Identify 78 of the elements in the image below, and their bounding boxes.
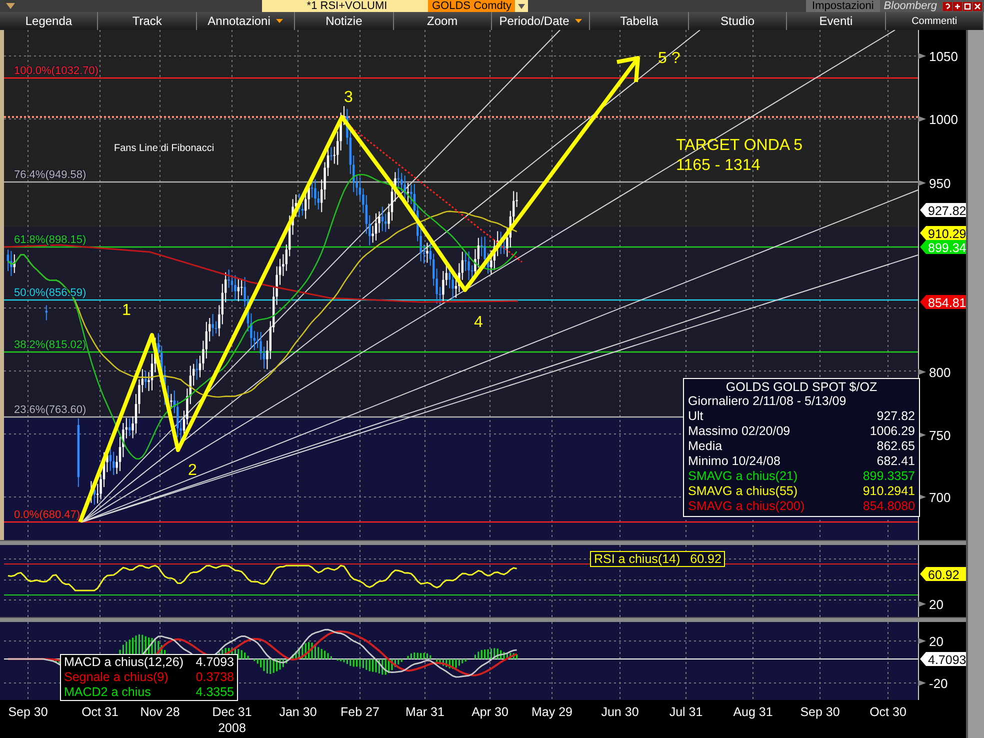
legend-value: 4.7093 — [196, 655, 234, 670]
security-field[interactable]: GOLDS Comdty — [428, 0, 516, 12]
legend-label: MACD a chius(12,26) — [64, 655, 184, 670]
legend-label: Minimo 10/24/08 — [688, 454, 780, 469]
toolbar-button[interactable]: Annotazioni — [196, 12, 296, 30]
wave-label: 2 — [188, 462, 197, 479]
toolbar-button[interactable]: Track — [98, 12, 197, 30]
legend-label: Ult — [688, 409, 704, 424]
axis-label: Jul 31 — [669, 705, 703, 719]
axis-label: 1000 — [918, 112, 958, 127]
legend-value: 927.82 — [876, 409, 915, 424]
legend-value: 854.8080 — [862, 499, 915, 514]
legend-value: 910.2941 — [862, 484, 915, 499]
fibonacci-level-label: 61.8%(898.15) — [14, 234, 86, 246]
chart-note: Fans Line di Fibonacci — [114, 143, 214, 154]
legend-period: Giornaliero 2/11/08 - 5/13/09 — [688, 394, 848, 409]
axis-label: Sep 30 — [800, 705, 840, 719]
axis-label: 950 — [918, 176, 951, 191]
fibonacci-level-label: 100.0%(1032.70) — [14, 65, 98, 77]
legend-label: RSI a chius(14) — [594, 552, 680, 566]
fibonacci-level-label: 23.6%(763.60) — [14, 404, 86, 416]
toolbar-button[interactable]: Legenda — [0, 12, 98, 30]
legend-label: SMAVG a chius(21) — [688, 469, 798, 484]
legend-value: 862.65 — [876, 439, 915, 454]
legend-value: 1006.29 — [870, 424, 915, 439]
axis-label: Oct 30 — [870, 705, 906, 719]
legend-label: MACD2 a chius — [64, 685, 151, 700]
target-note: 1165 - 1314 — [676, 157, 760, 174]
legend-value: 0.3738 — [196, 670, 234, 685]
legend-value: 899.3357 — [862, 469, 915, 484]
price-tag: 910.29 — [920, 226, 966, 241]
fibonacci-level-label: 38.2%(815.02) — [14, 339, 86, 351]
legend-label: Segnale a chius(9) — [64, 670, 168, 685]
settings-tab[interactable]: Impostazioni — [806, 0, 880, 12]
legend-title: GOLDS GOLD SPOT $/OZ — [724, 380, 878, 394]
price-tag: 899.34 — [920, 240, 966, 255]
axis-label: Jun 30 — [601, 705, 639, 719]
legend-label: Massimo 02/20/09 — [688, 424, 790, 439]
toolbar-button[interactable]: Tabella — [590, 12, 689, 30]
chart-title: *1 RSI+VOLUMI — [262, 0, 428, 12]
legend-value: 60.92 — [690, 552, 722, 566]
legend-value: 682.41 — [876, 454, 915, 469]
legend-label: SMAVG a chius(200) — [688, 499, 804, 514]
axis-label: -20 — [918, 676, 948, 691]
axis-label: 2008 — [218, 721, 246, 735]
axis-label: Apr 30 — [472, 705, 508, 719]
legend-value: 4.3355 — [196, 685, 234, 700]
axis-label: 800 — [918, 365, 951, 380]
axis-label: Dec 31 — [212, 705, 252, 719]
toolbar-button[interactable]: Periodo/Date — [492, 12, 590, 30]
legend-label: SMAVG a chius(55) — [688, 484, 798, 499]
axis-label: Feb 27 — [340, 705, 380, 719]
wave-label: 3 — [344, 89, 353, 106]
toolbar-button[interactable]: Eventi — [787, 12, 886, 30]
toolbar-button[interactable]: Notizie — [295, 12, 394, 30]
toolbar-button[interactable]: Studio — [688, 12, 788, 30]
axis-label: Mar 31 — [406, 705, 444, 719]
axis-label: Aug 31 — [733, 705, 773, 719]
axis-label: May 29 — [532, 705, 572, 719]
axis-label: Sep 30 — [8, 705, 48, 719]
axis-label: Jan 30 — [279, 705, 317, 719]
price-tag: 854.81 — [920, 295, 966, 310]
price-tag: 927.82 — [920, 203, 966, 218]
axis-label: Nov 28 — [140, 705, 180, 719]
brand-label: Bloomberg — [880, 0, 941, 12]
axis-label: 20 — [918, 597, 944, 612]
wave-label: 4 — [474, 314, 483, 331]
price-tag: 60.92 — [920, 567, 966, 582]
axis-label: 1050 — [918, 49, 958, 64]
fibonacci-level-label: 0.0%(680.47) — [14, 509, 80, 521]
legend-label: Media — [688, 439, 722, 454]
toolbar-button[interactable]: Commenti — [886, 12, 984, 30]
wave-label: 1 — [122, 302, 131, 319]
fibonacci-level-label: 76.4%(949.58) — [14, 169, 86, 181]
axis-label: Oct 31 — [82, 705, 118, 719]
axis-label: 20 — [918, 634, 944, 649]
price-tag: 4.7093 — [920, 652, 966, 667]
toolbar-button[interactable]: Zoom — [394, 12, 492, 30]
